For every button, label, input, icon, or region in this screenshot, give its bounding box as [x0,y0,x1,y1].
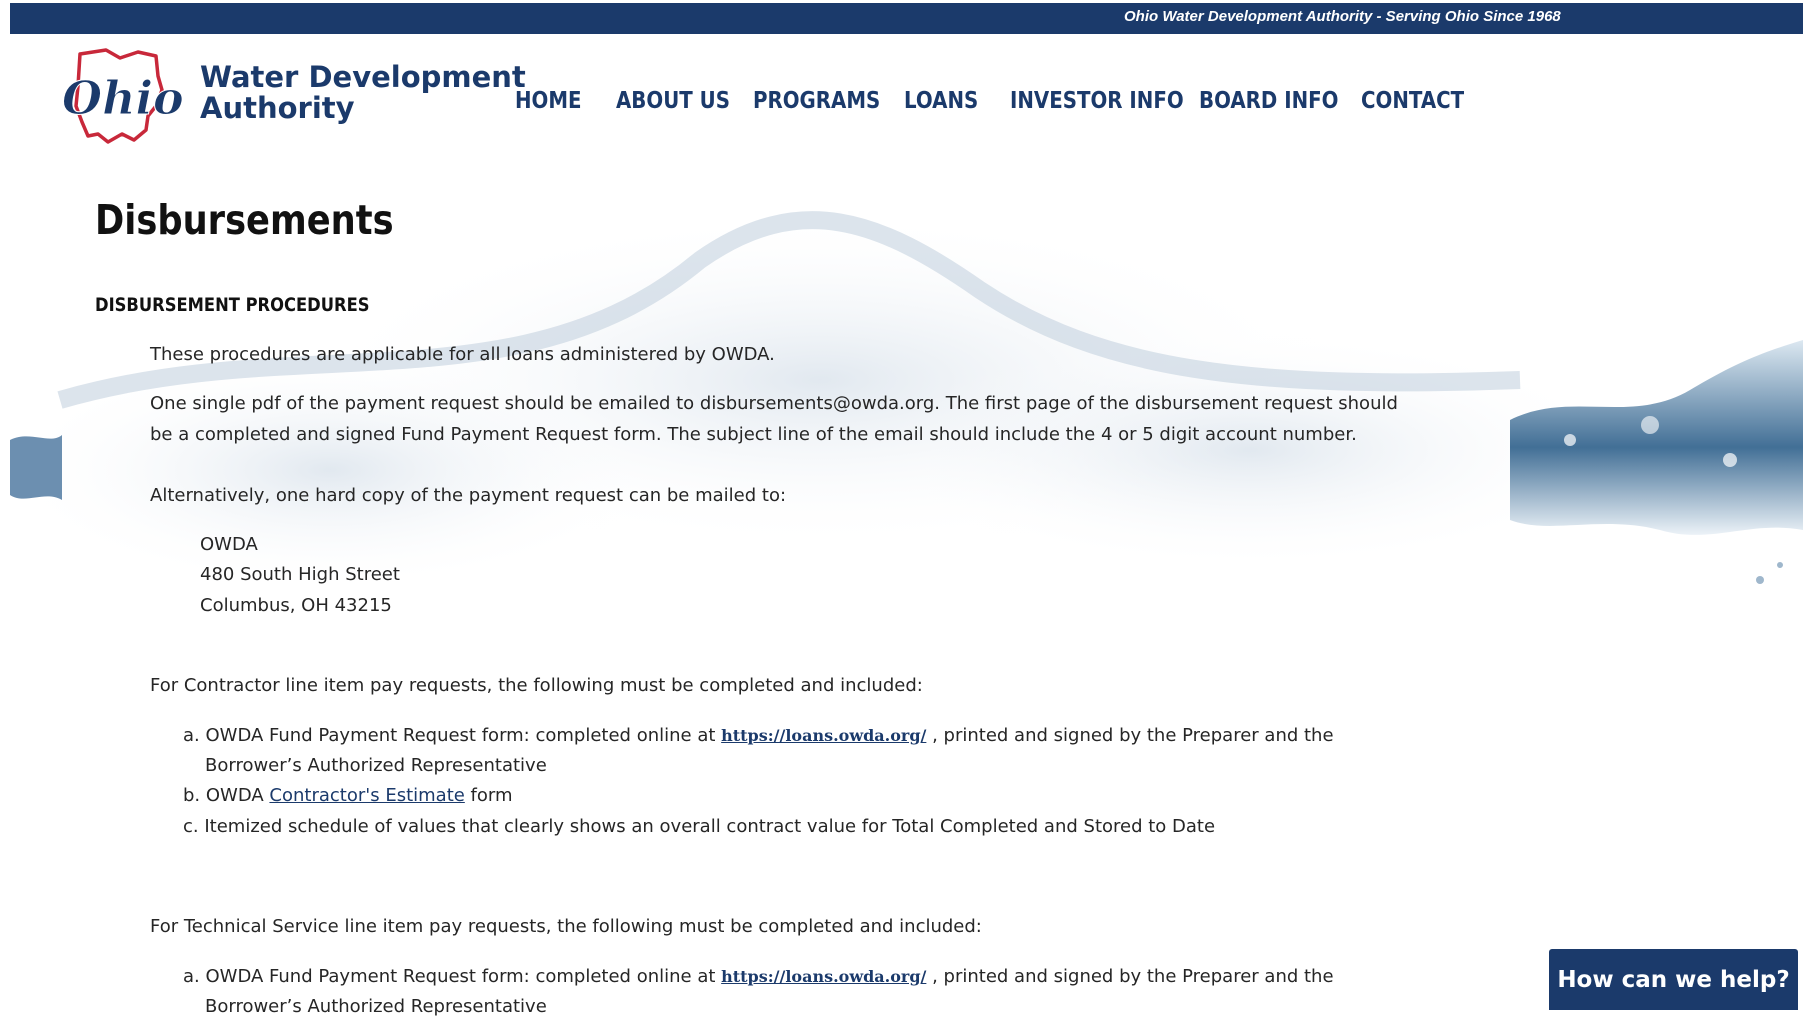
contractor-item-a: a. OWDA Fund Payment Request form: compl… [183,720,1334,751]
nav-board-info[interactable]: BOARD INFO [1199,88,1338,114]
section-heading: DISBURSEMENT PROCEDURES [95,294,370,316]
alternative-mail-paragraph: Alternatively, one hard copy of the paym… [150,485,787,506]
ohio-state-logo-icon[interactable]: Ohio [58,46,184,146]
brand-line-1: Water Development [200,60,526,94]
email-paragraph-line-2: be a completed and signed Fund Payment R… [150,424,1357,445]
intro-paragraph: These procedures are applicable for all … [150,344,775,365]
contractor-item-b: b. OWDA Contractor's Estimate form [183,780,513,811]
technical-item-a: a. OWDA Fund Payment Request form: compl… [183,961,1334,992]
technical-loans-link[interactable]: https://loans.owda.org/ [721,967,926,986]
nav-investor-info[interactable]: INVESTOR INFO [1010,88,1184,114]
address-line-2: 480 South High Street [200,564,400,585]
contractor-loans-link[interactable]: https://loans.owda.org/ [721,726,926,745]
logo-script-text: Ohio [62,71,184,125]
brand-name[interactable]: Water Development Authority [200,62,526,124]
contractor-item-a-prefix: a. OWDA Fund Payment Request form: compl… [183,725,722,746]
address-line-3: Columbus, OH 43215 [200,595,392,616]
nav-programs[interactable]: PROGRAMS [753,88,880,114]
top-bar: Ohio Water Development Authority - Servi… [10,3,1803,34]
contractor-intro: For Contractor line item pay requests, t… [150,675,923,696]
top-bar-tagline: Ohio Water Development Authority - Servi… [1124,8,1561,25]
technical-item-a-suffix: , printed and signed by the Preparer and… [926,966,1334,987]
contractor-item-a-line-2: Borrower’s Authorized Representative [205,755,547,776]
technical-item-a-line-2: Borrower’s Authorized Representative [205,996,547,1017]
technical-intro: For Technical Service line item pay requ… [150,916,982,937]
nav-loans[interactable]: LOANS [904,88,978,114]
contractors-estimate-link[interactable]: Contractor's Estimate [269,785,464,806]
contractor-item-b-prefix: b. OWDA [183,785,270,806]
nav-about-us[interactable]: ABOUT US [616,88,730,114]
contractor-item-a-suffix: , printed and signed by the Preparer and… [926,725,1334,746]
page-title: Disbursements [95,196,394,244]
help-chat-button[interactable]: How can we help? [1549,949,1798,1010]
email-paragraph-line-1: One single pdf of the payment request sh… [150,393,1398,414]
brand-line-2: Authority [200,91,355,125]
contractor-item-c: c. Itemized schedule of values that clea… [183,816,1216,837]
contractor-item-b-suffix: form [464,785,513,806]
nav-contact[interactable]: CONTACT [1361,88,1464,114]
nav-home[interactable]: HOME [515,88,582,114]
water-splash-left [10,435,62,500]
address-line-1: OWDA [200,534,258,555]
technical-item-a-prefix: a. OWDA Fund Payment Request form: compl… [183,966,722,987]
water-splash-right [1510,340,1803,584]
